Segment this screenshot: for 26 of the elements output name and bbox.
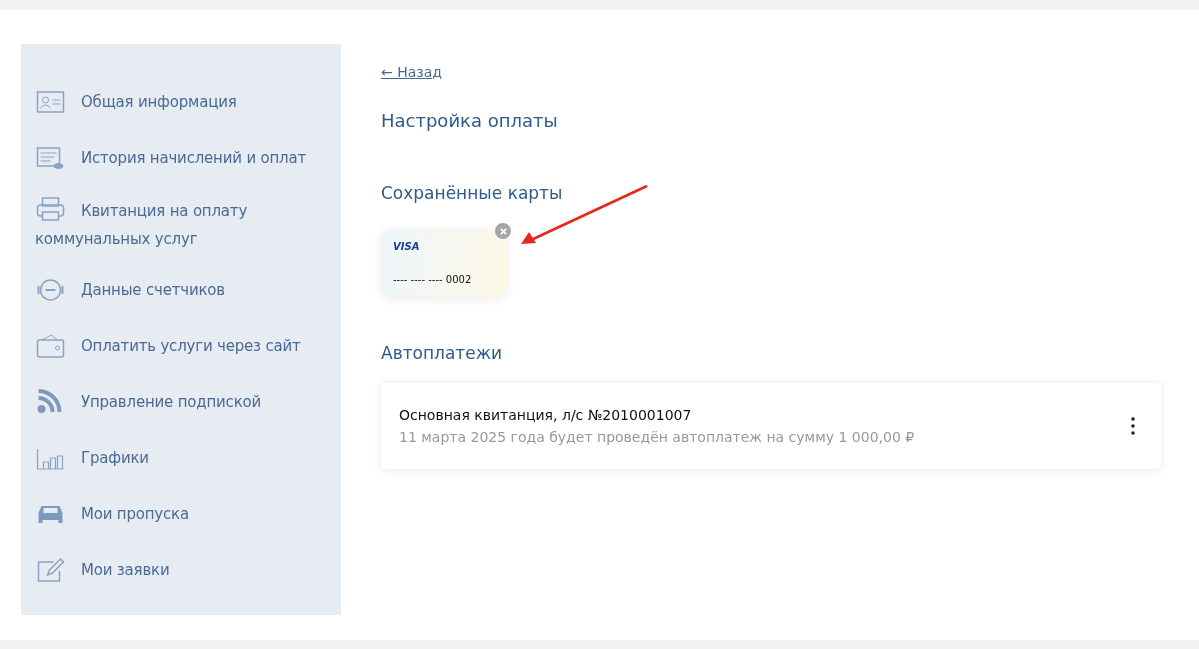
sidebar-item[interactable]: Оплатить услуги через сайт	[35, 318, 341, 374]
edit-icon	[35, 557, 66, 583]
sidebar-item[interactable]: Данные счетчиков	[35, 262, 341, 318]
sidebar-item[interactable]: Мои пропуска	[35, 486, 341, 542]
card-number: ---- ---- ---- 0002	[393, 274, 473, 285]
saved-card[interactable]: VISA ---- ---- ---- 0002	[381, 229, 507, 297]
back-link[interactable]: ← Назад	[381, 64, 442, 80]
meter-icon	[35, 277, 66, 303]
autopayment-title: Основная квитанция, л/с №2010001007	[399, 407, 693, 423]
section-heading: Сохранённые карты	[381, 183, 563, 203]
sidebar-item[interactable]: Квитанция на оплату коммунальных услуг	[35, 186, 341, 262]
card-brand: VISA	[393, 241, 421, 252]
autopayment-description: 11 марта 2025 года будет проведён автоплатеж на сумму 1 000,00 ₽	[399, 429, 915, 445]
sidebar-item[interactable]: История начислений и оплат	[35, 130, 341, 186]
sidebar-item[interactable]: Графики	[35, 430, 341, 486]
id-card-icon	[35, 89, 66, 115]
more-options-icon[interactable]	[1129, 415, 1137, 437]
wallet-icon	[35, 333, 66, 359]
page-title: Настройка оплаты	[381, 110, 558, 131]
sidebar-item[interactable]: Мои заявки	[35, 542, 341, 598]
sidebar-item[interactable]: Управление подпиской	[35, 374, 341, 430]
close-icon	[499, 227, 507, 235]
sidebar-item[interactable]: Общая информация	[35, 74, 341, 130]
receipt-icon	[35, 145, 66, 171]
section-heading: Автоплатежи	[381, 343, 503, 363]
printer-icon	[35, 196, 66, 222]
